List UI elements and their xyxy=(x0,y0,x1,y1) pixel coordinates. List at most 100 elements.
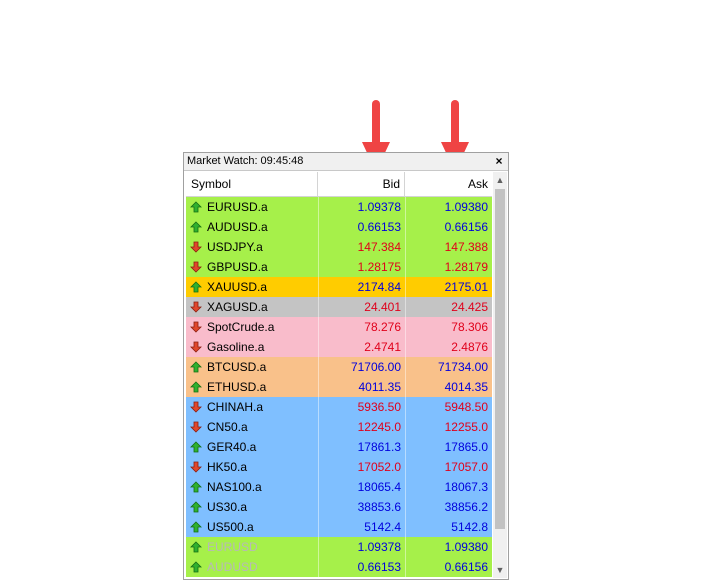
table-row[interactable]: EURUSD.a 1.09378 1.09380 xyxy=(186,197,492,217)
trend-up-arrow-icon xyxy=(190,441,202,453)
trend-up-arrow-icon xyxy=(190,361,202,373)
symbol-cell: Gasoline.a xyxy=(186,337,318,357)
symbol-name: Gasoline.a xyxy=(207,340,265,354)
symbol-name: NAS100.a xyxy=(207,480,262,494)
bid-cell: 78.276 xyxy=(318,317,405,337)
trend-down-arrow-icon xyxy=(190,321,202,333)
table-row[interactable]: ETHUSD.a 4011.35 4014.35 xyxy=(186,377,492,397)
trend-down-arrow-icon xyxy=(190,301,202,313)
table-row[interactable]: XAUUSD.a 2174.84 2175.01 xyxy=(186,277,492,297)
symbol-cell: AUDUSD.a xyxy=(186,217,318,237)
trend-up-arrow-icon xyxy=(190,501,202,513)
window-title: Market Watch: 09:45:48 xyxy=(187,155,304,167)
table-row[interactable]: HK50.a 17052.0 17057.0 xyxy=(186,457,492,477)
ask-cell: 0.66156 xyxy=(405,217,492,237)
close-icon[interactable]: × xyxy=(493,153,505,170)
table-row[interactable]: CHINAH.a 5936.50 5948.50 xyxy=(186,397,492,417)
ask-cell: 2175.01 xyxy=(405,277,492,297)
trend-up-arrow-icon xyxy=(190,281,202,293)
symbol-name: US500.a xyxy=(207,520,254,534)
scrollbar-thumb[interactable] xyxy=(495,189,505,529)
bid-cell: 38853.6 xyxy=(318,497,405,517)
symbol-name: USDJPY.a xyxy=(207,240,263,254)
symbol-name: GBPUSD.a xyxy=(207,260,268,274)
table-row[interactable]: NAS100.a 18065.4 18067.3 xyxy=(186,477,492,497)
symbol-cell: EURUSD xyxy=(186,537,318,557)
column-header-symbol[interactable]: Symbol xyxy=(186,172,318,196)
symbol-cell: CHINAH.a xyxy=(186,397,318,417)
ask-cell: 71734.00 xyxy=(405,357,492,377)
column-header-ask[interactable]: Ask xyxy=(405,172,492,196)
table-row[interactable]: USDJPY.a 147.384 147.388 xyxy=(186,237,492,257)
table-body: EURUSD.a 1.09378 1.09380 AUDUSD.a 0.66153 0.6… xyxy=(186,197,492,577)
trend-down-arrow-icon xyxy=(190,261,202,273)
table-row[interactable]: AUDUSD 0.66153 0.66156 xyxy=(186,557,492,577)
ask-cell: 17057.0 xyxy=(405,457,492,477)
trend-up-arrow-icon xyxy=(190,221,202,233)
symbol-cell: US30.a xyxy=(186,497,318,517)
scroll-up-icon[interactable]: ▲ xyxy=(493,172,507,188)
trend-up-arrow-icon xyxy=(190,201,202,213)
table-row[interactable]: US500.a 5142.4 5142.8 xyxy=(186,517,492,537)
symbol-name: XAUUSD.a xyxy=(207,280,268,294)
symbol-name: EURUSD.a xyxy=(207,200,268,214)
ask-cell: 1.09380 xyxy=(405,537,492,557)
symbol-name: ETHUSD.a xyxy=(207,380,267,394)
table-row[interactable]: SpotCrude.a 78.276 78.306 xyxy=(186,317,492,337)
symbol-name: HK50.a xyxy=(207,460,248,474)
bid-cell: 0.66153 xyxy=(318,217,405,237)
bid-cell: 1.28175 xyxy=(318,257,405,277)
ask-cell: 78.306 xyxy=(405,317,492,337)
bid-cell: 12245.0 xyxy=(318,417,405,437)
bid-cell: 71706.00 xyxy=(318,357,405,377)
ask-cell: 12255.0 xyxy=(405,417,492,437)
table-row[interactable]: XAGUSD.a 24.401 24.425 xyxy=(186,297,492,317)
symbol-name: XAGUSD.a xyxy=(207,300,268,314)
ask-cell: 38856.2 xyxy=(405,497,492,517)
table-row[interactable]: CN50.a 12245.0 12255.0 xyxy=(186,417,492,437)
symbol-name: BTCUSD.a xyxy=(207,360,267,374)
market-watch-titlebar[interactable]: Market Watch: 09:45:48 × xyxy=(184,153,508,171)
symbol-cell: USDJPY.a xyxy=(186,237,318,257)
symbol-cell: EURUSD.a xyxy=(186,197,318,217)
symbol-cell: HK50.a xyxy=(186,457,318,477)
ask-cell: 24.425 xyxy=(405,297,492,317)
table-row[interactable]: BTCUSD.a 71706.00 71734.00 xyxy=(186,357,492,377)
symbol-name: SpotCrude.a xyxy=(207,320,275,334)
bid-cell: 4011.35 xyxy=(318,377,405,397)
bid-cell: 17052.0 xyxy=(318,457,405,477)
trend-up-arrow-icon xyxy=(190,541,202,553)
ask-cell: 2.4876 xyxy=(405,337,492,357)
table-row[interactable]: GER40.a 17861.3 17865.0 xyxy=(186,437,492,457)
symbol-cell: GER40.a xyxy=(186,437,318,457)
symbol-name: AUDUSD xyxy=(207,560,258,574)
vertical-scrollbar[interactable]: ▲ ▼ xyxy=(493,172,507,578)
bid-cell: 2.4741 xyxy=(318,337,405,357)
symbol-cell: NAS100.a xyxy=(186,477,318,497)
table-row[interactable]: US30.a 38853.6 38856.2 xyxy=(186,497,492,517)
table-header: Symbol Bid Ask xyxy=(186,172,492,197)
table-row[interactable]: EURUSD 1.09378 1.09380 xyxy=(186,537,492,557)
ask-cell: 4014.35 xyxy=(405,377,492,397)
quotes-table: Symbol Bid Ask EURUSD.a 1.09378 1.09380 AUD… xyxy=(186,172,492,577)
symbol-cell: CN50.a xyxy=(186,417,318,437)
ask-cell: 17865.0 xyxy=(405,437,492,457)
table-row[interactable]: AUDUSD.a 0.66153 0.66156 xyxy=(186,217,492,237)
column-header-bid[interactable]: Bid xyxy=(318,172,405,196)
trend-up-arrow-icon xyxy=(190,561,202,573)
trend-down-arrow-icon xyxy=(190,421,202,433)
bid-cell: 5142.4 xyxy=(318,517,405,537)
bid-cell: 5936.50 xyxy=(318,397,405,417)
table-row[interactable]: GBPUSD.a 1.28175 1.28179 xyxy=(186,257,492,277)
symbol-name: EURUSD xyxy=(207,540,258,554)
table-row[interactable]: Gasoline.a 2.4741 2.4876 xyxy=(186,337,492,357)
symbol-name: AUDUSD.a xyxy=(207,220,268,234)
scroll-down-icon[interactable]: ▼ xyxy=(493,562,507,578)
ask-cell: 1.28179 xyxy=(405,257,492,277)
symbol-name: CHINAH.a xyxy=(207,400,264,414)
ask-cell: 147.388 xyxy=(405,237,492,257)
ask-cell: 5142.8 xyxy=(405,517,492,537)
symbol-cell: SpotCrude.a xyxy=(186,317,318,337)
ask-cell: 18067.3 xyxy=(405,477,492,497)
symbol-cell: US500.a xyxy=(186,517,318,537)
